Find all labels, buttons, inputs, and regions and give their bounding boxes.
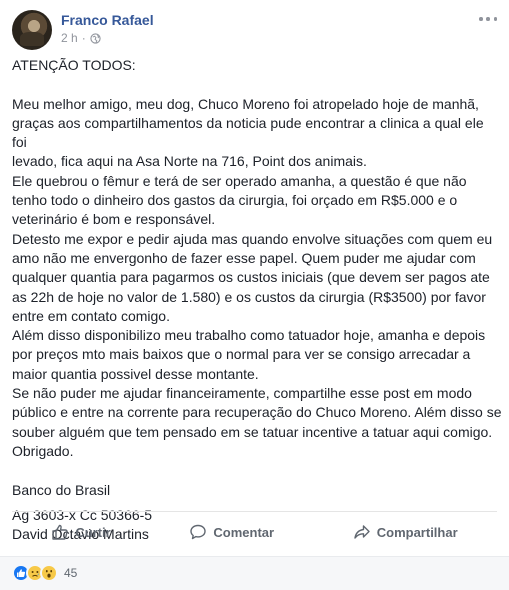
post-heading: ATENÇÃO TODOS: [12,57,136,73]
avatar[interactable] [12,10,52,50]
post-meta: 2 h · [61,31,101,45]
reaction-count: 45 [64,566,78,580]
bank-name: Banco do Brasil [12,481,111,498]
like-button[interactable]: Curtir [51,523,111,541]
post-header: Franco Rafael 2 h · [12,10,497,50]
author-name[interactable]: Franco Rafael [61,12,154,28]
comment-label: Comentar [213,524,275,540]
reactions-bar: 45 [0,556,509,590]
globe-icon[interactable] [90,32,101,44]
post-time[interactable]: 2 h [61,31,78,45]
post-actions: Curtir Comentar Compartilhar [12,516,497,548]
thumbs-up-icon [52,524,69,540]
actions-divider [12,511,497,512]
post-paragraph: Meu melhor amigo, meu dog, Chuco Moreno … [12,95,502,459]
share-icon [354,525,370,539]
reactions-summary[interactable]: 45 [12,564,77,582]
comment-icon [190,524,207,540]
wow-reaction-icon [40,564,58,582]
meta-separator: · [81,31,86,45]
comment-button[interactable]: Comentar [189,523,274,541]
share-label: Compartilhar [376,524,458,540]
more-options-icon[interactable] [479,12,497,26]
facebook-post: Franco Rafael 2 h · ATENÇÃO TODOS: Meu m… [0,0,509,590]
post-body: ATENÇÃO TODOS: Meu melhor amigo, meu dog… [12,56,502,544]
like-label: Curtir [75,524,111,540]
share-button[interactable]: Compartilhar [353,523,458,541]
